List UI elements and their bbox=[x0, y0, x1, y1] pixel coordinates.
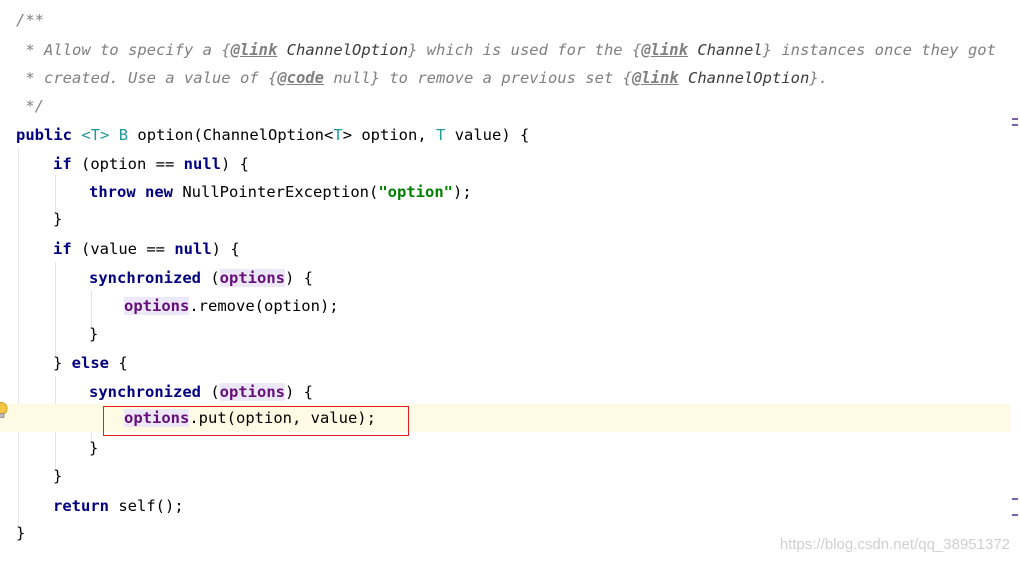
brace: ) { bbox=[284, 269, 313, 287]
method-signature: > option, bbox=[342, 126, 437, 144]
brace: } bbox=[89, 439, 99, 457]
code-line-sync-2: synchronized (options) { bbox=[0, 378, 1010, 406]
code-line-if-option: if (option == null) { bbox=[0, 150, 1010, 178]
method-call: self(); bbox=[109, 497, 184, 515]
comment-text: */ bbox=[16, 97, 44, 115]
keyword-throw: throw bbox=[89, 183, 136, 201]
code-line-close-if: } bbox=[0, 205, 1010, 233]
code-line-doc-2: * created. Use a value of {@code null} t… bbox=[16, 69, 828, 87]
code-line-remove: options.remove(option); bbox=[0, 292, 1010, 320]
javadoc-link-tag: @link bbox=[641, 41, 688, 59]
statement-end: ); bbox=[452, 183, 472, 201]
code-line-if-value: if (value == null) { bbox=[0, 235, 1010, 263]
brace: } bbox=[89, 325, 99, 343]
type-parameter: T bbox=[436, 126, 446, 144]
brace: ) { bbox=[211, 240, 240, 258]
condition: (value == bbox=[71, 240, 175, 258]
options-field[interactable]: options bbox=[124, 297, 190, 315]
code-line-doc-close: */ bbox=[0, 92, 1010, 120]
type-parameter: T bbox=[333, 126, 343, 144]
javadoc-link-tag: @link bbox=[230, 41, 278, 59]
brace: } bbox=[16, 524, 26, 542]
lightbulb-icon[interactable] bbox=[0, 402, 8, 420]
method-signature: option(ChannelOption< bbox=[137, 126, 334, 144]
keyword-synchronized: synchronized bbox=[89, 269, 201, 287]
comment-text: which is used for the bbox=[417, 41, 632, 59]
comment-text: /** bbox=[16, 11, 44, 29]
paren: ( bbox=[200, 269, 220, 287]
comment-text: * Allow to specify a bbox=[16, 41, 222, 59]
comment-text: null bbox=[323, 69, 371, 87]
scroll-marker[interactable] bbox=[1012, 118, 1018, 120]
javadoc-reference: ChannelOption bbox=[277, 41, 408, 59]
brace: { bbox=[109, 354, 128, 372]
keyword-if: if bbox=[53, 155, 72, 173]
paren: ( bbox=[200, 383, 220, 401]
brace: } bbox=[53, 354, 72, 372]
keyword-new: new bbox=[145, 183, 174, 201]
comment-text: to remove a previous set bbox=[380, 69, 623, 87]
keyword-synchronized: synchronized bbox=[89, 383, 201, 401]
code-line-doc-open: /** bbox=[0, 6, 1010, 34]
brace: } bbox=[53, 210, 63, 228]
brace: ) { bbox=[284, 383, 313, 401]
javadoc-reference: ChannelOption bbox=[678, 69, 810, 87]
code-line-close-sync-1: } bbox=[0, 320, 1010, 348]
type-parameter: <T> bbox=[81, 126, 110, 144]
comment-text: . bbox=[818, 69, 828, 87]
code-line-close-sync-2: } bbox=[0, 434, 1010, 462]
scroll-marker[interactable] bbox=[1012, 514, 1018, 516]
code-line-else: } else { bbox=[0, 349, 1010, 377]
annotation-highlight-box bbox=[103, 406, 409, 436]
keyword-null: null bbox=[174, 240, 212, 258]
options-field[interactable]: options bbox=[219, 383, 285, 401]
code-editor[interactable]: /** * Allow to specify a {@link ChannelO… bbox=[0, 0, 1010, 562]
code-line-doc-1: * Allow to specify a {@link ChannelOptio… bbox=[16, 41, 996, 59]
code-line-signature: public <T> B option(ChannelOption<T> opt… bbox=[0, 121, 1010, 149]
watermark-text: https://blog.csdn.net/qq_38951372 bbox=[779, 536, 1010, 553]
method-call: .remove(option); bbox=[189, 297, 339, 315]
condition: (option == bbox=[71, 155, 184, 173]
return-type: B bbox=[118, 126, 129, 144]
brace: } bbox=[53, 467, 63, 485]
keyword-public: public bbox=[16, 126, 72, 144]
keyword-null: null bbox=[183, 155, 221, 173]
keyword-else: else bbox=[71, 354, 109, 372]
keyword-return: return bbox=[53, 497, 109, 515]
code-line-return: return self(); bbox=[0, 492, 1010, 520]
exception-constructor: NullPointerException( bbox=[173, 183, 379, 201]
comment-text: instances once they got bbox=[771, 41, 996, 59]
keyword-if: if bbox=[53, 240, 72, 258]
javadoc-reference: Channel bbox=[687, 41, 763, 59]
scroll-marker[interactable] bbox=[1012, 124, 1018, 126]
method-signature: value) { bbox=[445, 126, 530, 144]
scroll-marker[interactable] bbox=[1012, 498, 1018, 500]
comment-text: * created. Use a value of bbox=[16, 69, 268, 87]
javadoc-link-tag: @link bbox=[631, 69, 679, 87]
code-line-close-else: } bbox=[0, 462, 1010, 490]
code-line-sync-1: synchronized (options) { bbox=[0, 264, 1010, 292]
brace: ) { bbox=[220, 155, 249, 173]
scrollbar-marks[interactable] bbox=[1010, 0, 1020, 562]
code-line-throw: throw new NullPointerException("option")… bbox=[0, 178, 1010, 206]
options-field[interactable]: options bbox=[219, 269, 285, 287]
string-literal: "option" bbox=[378, 183, 453, 201]
javadoc-code-tag: @code bbox=[277, 69, 324, 87]
